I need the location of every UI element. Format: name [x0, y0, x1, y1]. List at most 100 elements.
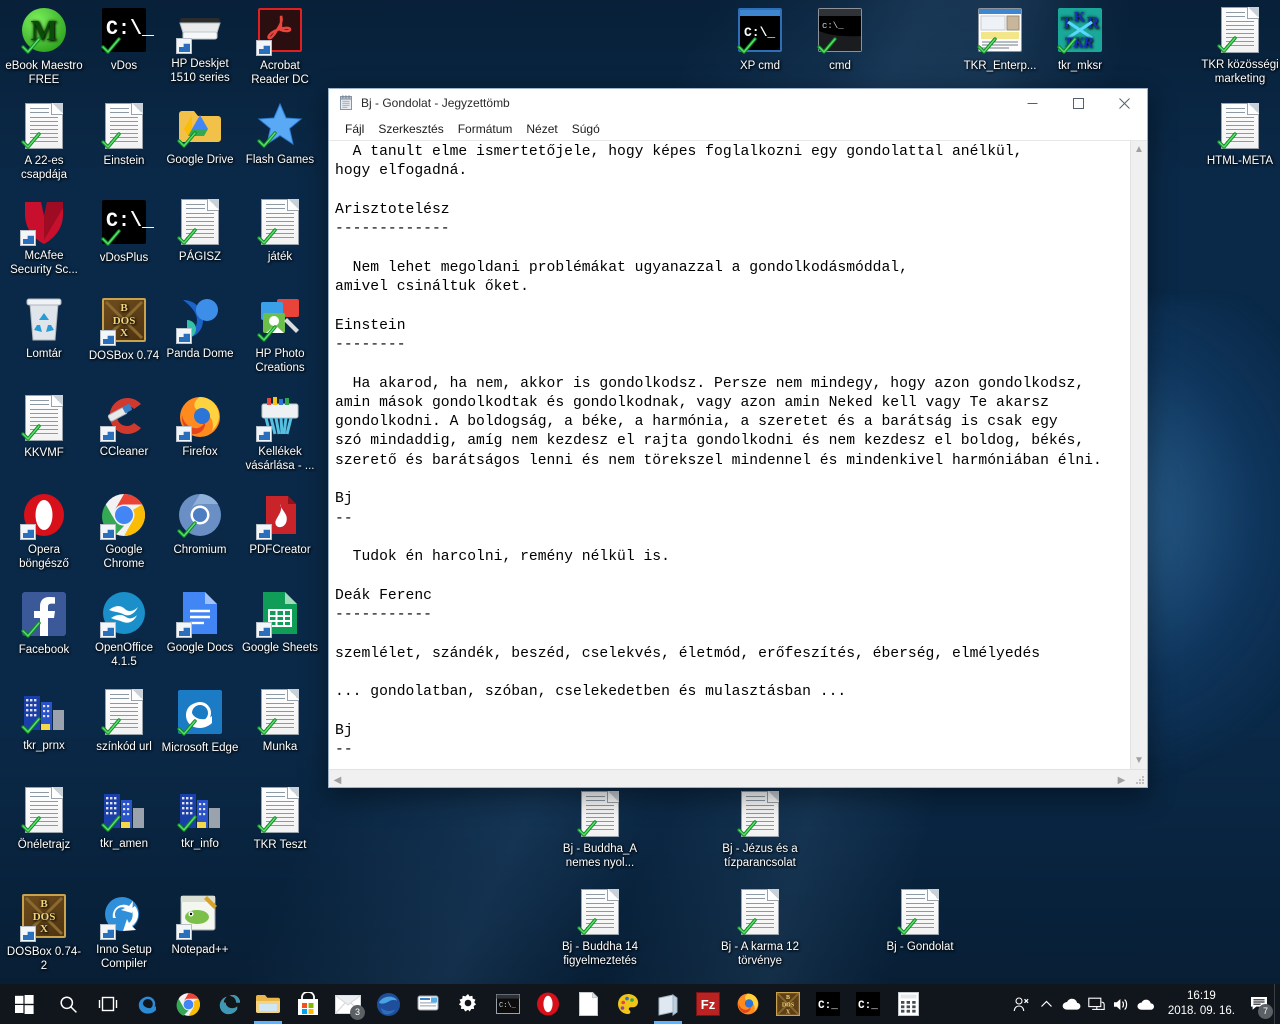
desktop-icon-hp-deskjet-1510-series[interactable]: HP Deskjet 1510 series: [160, 6, 240, 85]
taskbar-search-icon[interactable]: [48, 984, 88, 1024]
menu-item-file[interactable]: Fájl: [338, 120, 371, 138]
desktop-icon-dosbox-074-2[interactable]: B DOS X DOSBox 0.74-2: [4, 892, 84, 973]
scroll-down-icon[interactable]: ▼: [1134, 752, 1144, 769]
taskbar-command-prompt-icon[interactable]: C:\_: [488, 984, 528, 1024]
desktop-icon-openoffice-415[interactable]: OpenOffice 4.1.5: [84, 590, 164, 669]
desktop-icon-dosbox-074[interactable]: B DOS X DOSBox 0.74: [84, 296, 164, 364]
desktop-icon-kellekek-vasarlasa[interactable]: Kellékek vásárlása - ...: [240, 394, 320, 473]
desktop-icon-bj-buddha-14-figyelmeztetes[interactable]: Bj - Buddha 14 figyelmeztetés: [560, 888, 640, 968]
vertical-scrollbar[interactable]: ▲ ▼: [1130, 141, 1147, 769]
menu-item-edit[interactable]: Szerkesztés: [371, 120, 450, 138]
desktop-icon-tkr-amen[interactable]: tkr_amen: [84, 786, 164, 852]
desktop-icon-google-docs[interactable]: Google Docs: [160, 590, 240, 656]
desktop-icon-vdosplus[interactable]: C:\_ vDosPlus: [84, 198, 164, 266]
show-hidden-icons-icon[interactable]: [1034, 984, 1059, 1024]
taskbar-file-explorer-icon[interactable]: [248, 984, 288, 1024]
notepad-titlebar[interactable]: Bj - Gondolat - Jegyzettömb: [329, 89, 1147, 118]
taskbar-google-chrome-icon[interactable]: [168, 984, 208, 1024]
network-icon[interactable]: [1084, 984, 1109, 1024]
show-desktop-button[interactable]: [1274, 984, 1280, 1024]
taskbar-poptray-icon[interactable]: [408, 984, 448, 1024]
start-button[interactable]: [0, 984, 48, 1024]
taskbar-notepad-doc-icon[interactable]: [568, 984, 608, 1024]
menu-item-format[interactable]: Formátum: [451, 120, 520, 138]
desktop-icon-acrobat-reader-dc[interactable]: Acrobat Reader DC: [240, 6, 320, 87]
desktop-icon-tkr-prnx[interactable]: tkr_prnx: [4, 688, 84, 754]
desktop-icon-tkr-mksr[interactable]: T K R TKR tkr_mksr: [1040, 6, 1120, 74]
taskbar-microsoft-store-icon[interactable]: [288, 984, 328, 1024]
desktop-icon-bj-gondolat[interactable]: Bj - Gondolat: [880, 888, 960, 955]
desktop-icon-opera-bongeszo[interactable]: Opera böngésző: [4, 492, 84, 571]
scroll-left-icon[interactable]: ◀: [329, 770, 346, 788]
desktop-icon-bj-a-karma-12-torvenye[interactable]: Bj - A karma 12 törvénye: [720, 888, 800, 968]
desktop-icon-einstein[interactable]: Einstein: [84, 102, 164, 169]
desktop-icon-jatek[interactable]: játék: [240, 198, 320, 265]
desktop-icon-bj-buddha-a-nemes-nyol[interactable]: Bj - Buddha_A nemes nyol...: [560, 790, 640, 870]
taskbar-task-view-icon[interactable]: [88, 984, 128, 1024]
taskbar-dosbox-icon[interactable]: B DOS X: [768, 984, 808, 1024]
desktop-icon-chromium[interactable]: Chromium: [160, 492, 240, 558]
desktop-icon-tkr-kozossegi-marketing[interactable]: TKR közösségi marketing: [1200, 6, 1280, 86]
taskbar[interactable]: 3 C:\_ Fz B DOS X C:_ C:_ 16:19 2018. 09…: [0, 984, 1280, 1024]
taskbar-firefox-icon[interactable]: [728, 984, 768, 1024]
maximize-button[interactable]: [1055, 89, 1101, 118]
desktop-icon-oneletrajz[interactable]: Önéletrajz: [4, 786, 84, 853]
scroll-up-icon[interactable]: ▲: [1134, 141, 1144, 158]
onedrive-icon[interactable]: [1059, 984, 1084, 1024]
desktop-icon-panda-dome[interactable]: Panda Dome: [160, 296, 240, 362]
taskbar-opera-icon[interactable]: [528, 984, 568, 1024]
desktop-icon-lomtar[interactable]: Lomtár: [4, 296, 84, 362]
notepad-window[interactable]: Bj - Gondolat - Jegyzettömb Fájl Szerkes…: [328, 88, 1148, 788]
menu-item-help[interactable]: Súgó: [565, 120, 607, 138]
desktop-icon-google-drive[interactable]: Google Drive: [160, 102, 240, 168]
close-button[interactable]: [1101, 89, 1147, 118]
taskbar-notepad-icon[interactable]: [648, 984, 688, 1024]
desktop-icon-a-22-es-csapdaja[interactable]: A 22-es csapdája: [4, 102, 84, 182]
desktop-icon-microsoft-edge[interactable]: Microsoft Edge: [160, 688, 240, 756]
desktop-icon-google-sheets[interactable]: Google Sheets: [240, 590, 320, 656]
taskbar-vdosplus-icon[interactable]: C:_: [848, 984, 888, 1024]
taskbar-vdos-icon[interactable]: C:_: [808, 984, 848, 1024]
desktop-icon-tkr-enterp[interactable]: TKR_Enterp...: [960, 6, 1040, 74]
notepad-menubar[interactable]: Fájl Szerkesztés Formátum Nézet Súgó: [329, 118, 1147, 140]
desktop-icon-html-meta[interactable]: HTML-META: [1200, 102, 1280, 169]
desktop-icon-cmd[interactable]: c:\_ cmd: [800, 6, 880, 74]
desktop-icon-firefox[interactable]: Firefox: [160, 394, 240, 460]
cloud-icon[interactable]: [1134, 984, 1159, 1024]
taskbar-paint-icon[interactable]: [608, 984, 648, 1024]
desktop-icon-facebook[interactable]: Facebook: [4, 590, 84, 658]
resize-grip[interactable]: [1130, 770, 1147, 787]
clock[interactable]: 16:19 2018. 09. 16.: [1159, 989, 1244, 1019]
people-icon[interactable]: [1009, 984, 1034, 1024]
desktop-icon-mcafee-security-sc[interactable]: McAfee Security Sc...: [4, 198, 84, 277]
volume-icon[interactable]: [1109, 984, 1134, 1024]
action-center-icon[interactable]: 7: [1244, 984, 1274, 1024]
minimize-button[interactable]: [1009, 89, 1055, 118]
desktop-icon-bj-jezus-es-a-tizparancsolat[interactable]: Bj - Jézus és a tízparancsolat: [720, 790, 800, 870]
desktop-icon-tkr-teszt[interactable]: TKR Teszt: [240, 786, 320, 853]
taskbar-items[interactable]: 3 C:\_ Fz B DOS X C:_ C:_: [48, 984, 928, 1024]
taskbar-calculator-icon[interactable]: [888, 984, 928, 1024]
taskbar-internet-explorer-icon[interactable]: [208, 984, 248, 1024]
horizontal-scrollbar[interactable]: ◀ ▶: [329, 770, 1130, 787]
taskbar-settings-icon[interactable]: [448, 984, 488, 1024]
desktop-icon-notepadpp[interactable]: Notepad++: [160, 892, 240, 958]
taskbar-filezilla-icon[interactable]: Fz: [688, 984, 728, 1024]
system-tray[interactable]: 16:19 2018. 09. 16. 7: [1009, 984, 1280, 1024]
desktop-icon-xp-cmd[interactable]: C:\_ XP cmd: [720, 6, 800, 74]
notepad-text-content[interactable]: A tanult elme ismertetőjele, hogy képes …: [329, 141, 1130, 769]
desktop-icon-inno-setup-compiler[interactable]: Inno Setup Compiler: [84, 892, 164, 971]
desktop-icon-szinkod-url[interactable]: színkód url: [84, 688, 164, 755]
desktop-icon-tkr-info[interactable]: tkr_info: [160, 786, 240, 852]
taskbar-thunderbird-icon[interactable]: [368, 984, 408, 1024]
desktop-icon-flash-games[interactable]: Flash Games: [240, 102, 320, 168]
desktop-icon-vdos[interactable]: C:\_ vDos: [84, 6, 164, 74]
desktop-icon-ebook-maestro-free[interactable]: MeBook Maestro FREE: [4, 6, 84, 87]
scroll-right-icon[interactable]: ▶: [1113, 770, 1130, 788]
menu-item-view[interactable]: Nézet: [519, 120, 564, 138]
desktop-icon-ccleaner[interactable]: CCleaner: [84, 394, 164, 460]
desktop-icon-pagisz[interactable]: PÁGISZ: [160, 198, 240, 265]
desktop-icon-kkvmf[interactable]: KKVMF: [4, 394, 84, 461]
desktop-icon-google-chrome[interactable]: Google Chrome: [84, 492, 164, 571]
taskbar-microsoft-edge-icon[interactable]: [128, 984, 168, 1024]
